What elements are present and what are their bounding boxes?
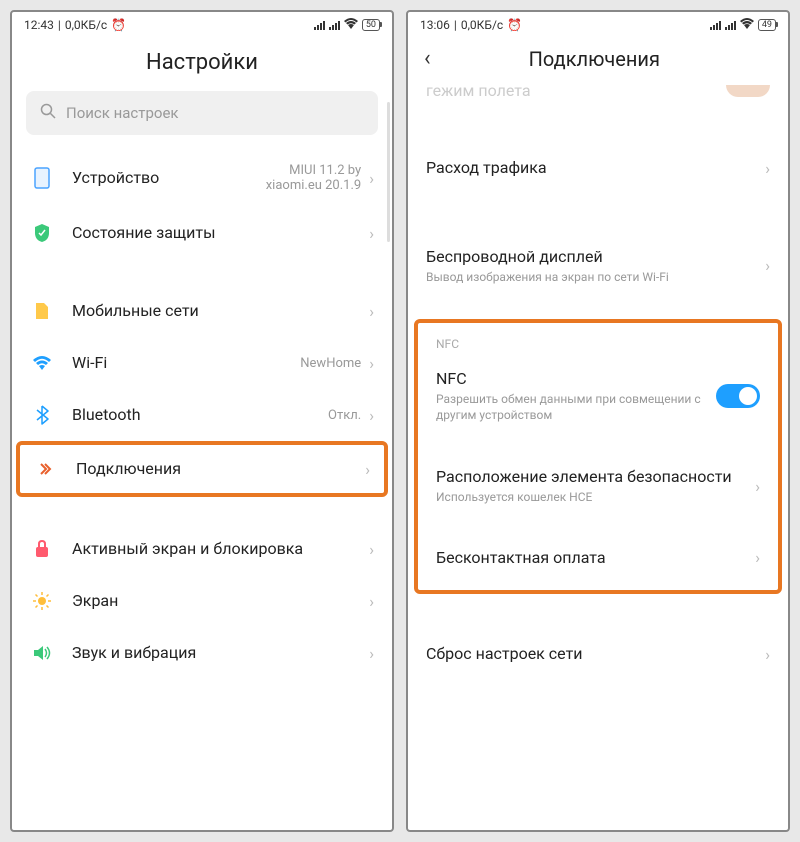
connections-list: Расход трафика › Беспроводной дисплей Вы… bbox=[408, 100, 788, 830]
wifi-icon bbox=[740, 18, 754, 32]
highlight-nfc-block: NFC NFC Разрешить обмен данными при совм… bbox=[414, 319, 782, 594]
row-secure-element[interactable]: Расположение элемента безопасности Испол… bbox=[418, 453, 778, 519]
row-airplane-partial[interactable]: гежим полета bbox=[408, 81, 788, 100]
signal-icon bbox=[710, 20, 721, 30]
section-header-nfc: NFC bbox=[418, 327, 778, 355]
row-display[interactable]: Экран › bbox=[12, 575, 392, 627]
chevron-right-icon: › bbox=[369, 592, 374, 611]
chevron-right-icon: › bbox=[365, 460, 370, 479]
chevron-right-icon: › bbox=[755, 477, 760, 496]
chevron-right-icon: › bbox=[369, 540, 374, 559]
row-bluetooth[interactable]: Bluetooth Откл. › bbox=[12, 389, 392, 441]
chevron-right-icon: › bbox=[369, 406, 374, 425]
connections-screen: 13:06 | 0,0КБ/с ⏰ 49 ‹ Подключения гежим… bbox=[406, 10, 790, 832]
wifi-icon bbox=[30, 351, 54, 375]
row-sound[interactable]: Звук и вибрация › bbox=[12, 627, 392, 669]
bluetooth-icon bbox=[30, 403, 54, 427]
search-placeholder: Поиск настроек bbox=[66, 104, 179, 122]
chevron-right-icon: › bbox=[755, 548, 760, 567]
header: ‹ Подключения bbox=[408, 36, 788, 85]
toggle-nfc[interactable] bbox=[716, 384, 760, 408]
row-wireless-display[interactable]: Беспроводной дисплей Вывод изображения н… bbox=[408, 233, 788, 299]
chevron-right-icon: › bbox=[369, 169, 374, 188]
battery-icon: 49 bbox=[758, 19, 776, 31]
status-time: 13:06 bbox=[420, 18, 450, 32]
shield-icon bbox=[30, 221, 54, 245]
toggle-airplane[interactable] bbox=[726, 85, 770, 97]
chevron-right-icon: › bbox=[369, 302, 374, 321]
signal-icon bbox=[329, 20, 340, 30]
chevron-right-icon: › bbox=[369, 224, 374, 243]
sound-icon bbox=[30, 641, 54, 665]
row-lockscreen[interactable]: Активный экран и блокировка › bbox=[12, 523, 392, 575]
row-device[interactable]: Устройство MIUI 11.2 by xiaomi.eu 20.1.9… bbox=[12, 149, 392, 207]
row-wifi[interactable]: Wi-Fi NewHome › bbox=[12, 337, 392, 389]
status-net: 0,0КБ/с bbox=[461, 18, 503, 32]
signal-icon bbox=[725, 20, 736, 30]
lock-icon bbox=[30, 537, 54, 561]
alarm-icon: ⏰ bbox=[507, 18, 522, 32]
chevron-right-icon: › bbox=[765, 645, 770, 664]
page-title: Настройки bbox=[12, 36, 392, 91]
signal-icon bbox=[314, 20, 325, 30]
chevron-right-icon: › bbox=[765, 256, 770, 275]
chevron-right-icon: › bbox=[765, 159, 770, 178]
status-net: 0,0КБ/с bbox=[65, 18, 107, 32]
settings-screen: 12:43 | 0,0КБ/с ⏰ 50 Настройки Поиск нас… bbox=[10, 10, 394, 832]
back-button[interactable]: ‹ bbox=[422, 46, 439, 71]
search-input[interactable]: Поиск настроек bbox=[26, 91, 378, 135]
alarm-icon: ⏰ bbox=[111, 18, 126, 32]
row-security-status[interactable]: Состояние защиты › bbox=[12, 207, 392, 259]
share-icon bbox=[34, 457, 58, 481]
status-time: 12:43 bbox=[24, 18, 54, 32]
row-mobile-networks[interactable]: Мобильные сети › bbox=[12, 285, 392, 337]
phone-icon bbox=[30, 166, 54, 190]
battery-icon: 50 bbox=[362, 19, 380, 31]
status-bar: 12:43 | 0,0КБ/с ⏰ 50 bbox=[12, 12, 392, 36]
brightness-icon bbox=[30, 589, 54, 613]
search-icon bbox=[40, 103, 56, 123]
row-nfc[interactable]: NFC Разрешить обмен данными при совмещен… bbox=[418, 355, 778, 437]
wifi-icon bbox=[344, 18, 358, 32]
row-reset-network[interactable]: Сброс настроек сети › bbox=[408, 630, 788, 679]
highlight-connections: Подключения › bbox=[16, 441, 388, 497]
sim-icon bbox=[30, 299, 54, 323]
page-title: Подключения bbox=[439, 47, 774, 71]
row-connections[interactable]: Подключения › bbox=[20, 445, 384, 493]
chevron-right-icon: › bbox=[369, 644, 374, 663]
chevron-right-icon: › bbox=[369, 354, 374, 373]
settings-list: Устройство MIUI 11.2 by xiaomi.eu 20.1.9… bbox=[12, 149, 392, 830]
status-bar: 13:06 | 0,0КБ/с ⏰ 49 bbox=[408, 12, 788, 36]
row-contactless-payment[interactable]: Бесконтактная оплата › bbox=[418, 534, 778, 583]
row-data-usage[interactable]: Расход трафика › bbox=[408, 140, 788, 197]
